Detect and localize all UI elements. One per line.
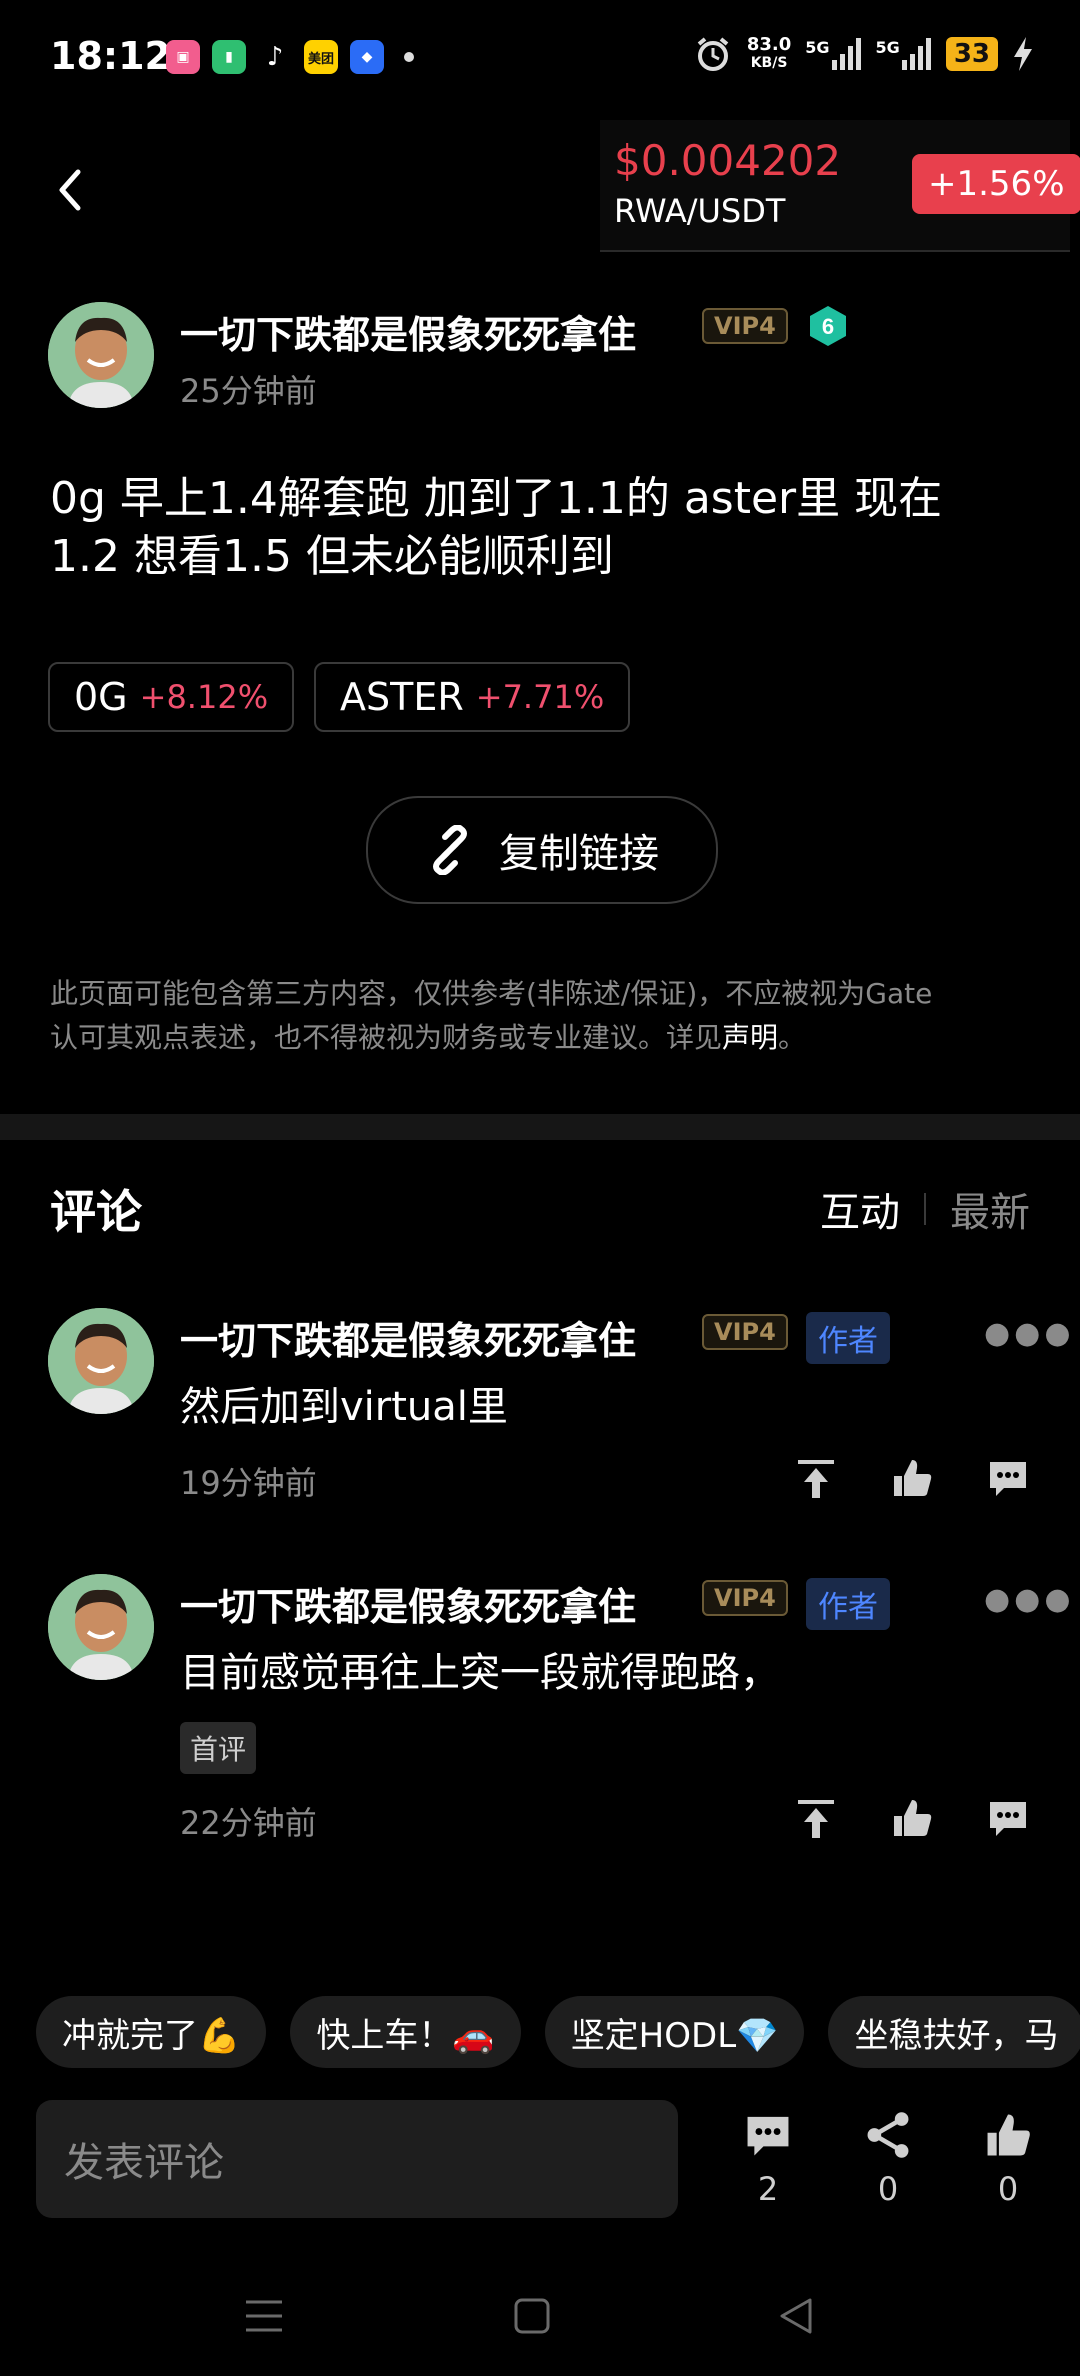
level-badge-icon: 6 xyxy=(810,306,846,346)
notification-icons: ▣ ▮ ♪ 美团 ◆ xyxy=(166,40,414,74)
pin-top-icon[interactable] xyxy=(794,1456,838,1500)
comment-time: 19分钟前 xyxy=(180,1464,317,1502)
copy-link-label: 复制链接 xyxy=(499,831,659,877)
tiktok-icon: ♪ xyxy=(258,40,292,74)
quick-reply-chip[interactable]: 坚定HODL💎 xyxy=(544,1996,805,2068)
disclaimer: 此页面可能包含第三方内容，仅供参考(非陈述/保证)，不应被视为Gate 认可其观… xyxy=(50,977,933,1054)
comment-text: 目前感觉再往上突一段就得跑路， xyxy=(180,1650,780,1696)
vip-badge: VIP4 xyxy=(702,1580,788,1616)
share-button[interactable]: 0 xyxy=(848,2110,928,2208)
coin-tag-0g[interactable]: 0G +8.12% xyxy=(48,662,295,732)
quick-reply-chip[interactable]: 坐稳扶好，马 xyxy=(828,1996,1080,2068)
author-badge: 作者 xyxy=(806,1312,890,1364)
more-notifications-dot-icon xyxy=(404,52,414,62)
ticker-widget[interactable]: $0.004202 RWA/USDT +1.56% xyxy=(600,120,1080,252)
like-icon[interactable] xyxy=(890,1796,934,1840)
more-options-icon[interactable]: ●●● xyxy=(984,1582,1075,1617)
battery-app-icon: ▮ xyxy=(212,40,246,74)
level-number: 6 xyxy=(822,314,834,339)
quick-reply-chip[interactable]: 冲就完了💪 xyxy=(36,1996,267,2068)
vip-badge: VIP4 xyxy=(702,308,788,344)
pin-top-icon[interactable] xyxy=(794,1796,838,1840)
home-icon[interactable] xyxy=(512,2296,552,2336)
avatar[interactable] xyxy=(48,302,154,408)
ticker-pair: RWA/USDT xyxy=(614,192,786,230)
disclaimer-link[interactable]: 声明 xyxy=(722,1021,778,1054)
comment-author-name[interactable]: 一切下跌都是假象死死拿住 xyxy=(180,1310,636,1365)
comment-time: 22分钟前 xyxy=(180,1804,317,1842)
author-badge: 作者 xyxy=(806,1578,890,1630)
vip-badge: VIP4 xyxy=(702,1314,788,1350)
ticker-price: $0.004202 xyxy=(614,136,842,185)
back-nav-icon[interactable] xyxy=(776,2296,816,2336)
signal-2-icon: 5G xyxy=(876,38,932,70)
coin-tag-change: +7.71% xyxy=(475,678,605,716)
coin-tag-symbol: 0G xyxy=(74,675,128,719)
post-author-name[interactable]: 一切下跌都是假象死死拿住 xyxy=(180,304,636,359)
status-bar: 18:12 ▣ ▮ ♪ 美团 ◆ 83.0 KB/S 5G 5G 33 xyxy=(0,0,1080,110)
post-text-line-2: 1.2 想看1.5 但未必能顺利到 xyxy=(50,531,614,582)
comment-count-button[interactable]: 2 xyxy=(728,2110,808,2208)
comment-count: 2 xyxy=(757,2170,779,2208)
coin-tag-change: +8.12% xyxy=(139,678,269,716)
comment-author-name[interactable]: 一切下跌都是假象死死拿住 xyxy=(180,1576,636,1631)
battery-indicator: 33 xyxy=(945,37,998,71)
alarm-icon xyxy=(697,37,729,71)
comments-title: 评论 xyxy=(50,1185,142,1239)
comment-avatar[interactable] xyxy=(48,1574,154,1680)
share-icon xyxy=(867,2112,909,2158)
like-icon[interactable] xyxy=(890,1456,934,1500)
menu-icon[interactable] xyxy=(244,2296,284,2336)
comment-sort: 互动 最新 xyxy=(820,1180,1030,1238)
back-button[interactable] xyxy=(50,160,90,220)
reply-icon[interactable] xyxy=(986,1456,1030,1500)
status-right: 83.0 KB/S 5G 5G 33 xyxy=(693,34,1034,74)
like-post-button[interactable]: 0 xyxy=(968,2110,1048,2208)
signal-1-icon: 5G xyxy=(805,38,861,70)
post-text-line-1: 0g 早上1.4解套跑 加到了1.1的 aster里 现在 xyxy=(50,473,943,524)
status-time: 18:12 xyxy=(50,34,171,78)
post-text: 0g 早上1.4解套跑 加到了1.1的 aster里 现在 1.2 想看1.5 … xyxy=(50,470,1040,586)
quick-reply-bar: 冲就完了💪 快上车！🚗 坚定HODL💎 坐稳扶好，马 xyxy=(36,1996,1080,2076)
comment-text: 然后加到virtual里 xyxy=(180,1384,508,1430)
post-time: 25分钟前 xyxy=(180,372,317,410)
comment-icon xyxy=(747,2116,789,2156)
coin-tag-aster[interactable]: ASTER +7.71% xyxy=(314,662,631,732)
sort-tab-latest[interactable]: 最新 xyxy=(950,1180,1030,1238)
comment-input-placeholder: 发表评论 xyxy=(64,2140,224,2186)
comment-input[interactable]: 发表评论 xyxy=(36,2100,678,2218)
like-count: 0 xyxy=(997,2170,1019,2208)
thumbs-up-icon xyxy=(987,2114,1030,2156)
coin-tag-symbol: ASTER xyxy=(340,675,464,719)
sort-tab-interaction[interactable]: 互动 xyxy=(820,1180,900,1238)
ticker-change-badge: +1.56% xyxy=(912,154,1080,214)
bilibili-icon: ▣ xyxy=(166,40,200,74)
chevron-left-icon xyxy=(59,169,81,211)
share-count: 0 xyxy=(877,2170,899,2208)
copy-link-button[interactable]: 复制链接 xyxy=(366,796,718,904)
more-options-icon[interactable]: ●●● xyxy=(984,1316,1075,1351)
section-divider xyxy=(0,1114,1080,1140)
charging-icon xyxy=(1014,37,1032,71)
reply-icon[interactable] xyxy=(986,1796,1030,1840)
comment-avatar[interactable] xyxy=(48,1308,154,1414)
quick-reply-chip[interactable]: 快上车！🚗 xyxy=(290,1996,521,2068)
link-icon xyxy=(433,825,467,875)
meituan-icon: 美团 xyxy=(304,40,338,74)
net-speed: 83.0 KB/S xyxy=(746,34,792,72)
system-nav-bar xyxy=(0,2260,1080,2376)
first-comment-tag: 首评 xyxy=(180,1722,257,1774)
browser-icon: ◆ xyxy=(350,40,384,74)
